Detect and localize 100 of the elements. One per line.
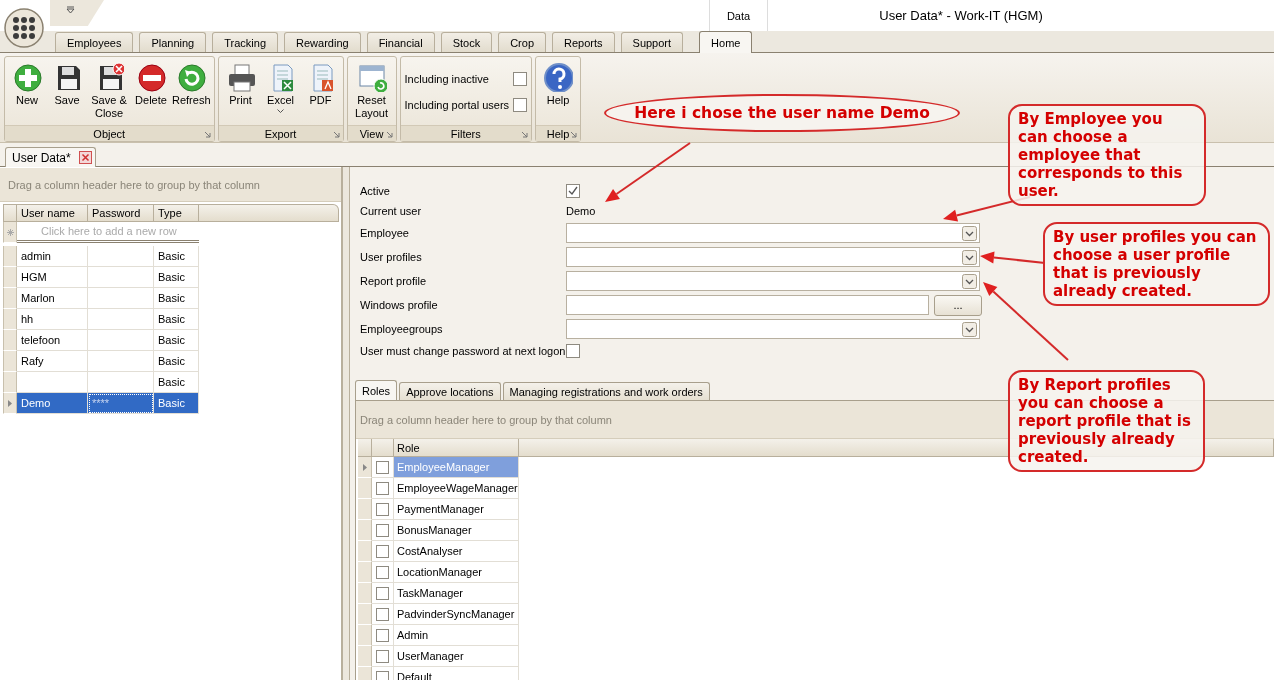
- launcher-icon[interactable]: [521, 131, 529, 138]
- table-cell: PadvinderSyncManager: [394, 604, 519, 625]
- ribbon-button[interactable]: Excel: [260, 59, 301, 125]
- dropdown-field[interactable]: [566, 319, 980, 339]
- ribbon-tab[interactable]: Rewarding: [284, 32, 361, 52]
- input-field[interactable]: [566, 295, 930, 315]
- row-indicator[interactable]: [3, 309, 17, 330]
- window-title: User Data* - Work-IT (HGM): [878, 7, 1044, 25]
- row-indicator[interactable]: [3, 288, 17, 309]
- group-title: View: [359, 127, 384, 140]
- row-indicator[interactable]: [3, 246, 17, 267]
- checkbox[interactable]: [566, 184, 580, 198]
- column-header[interactable]: Role: [394, 439, 519, 457]
- row-indicator[interactable]: [3, 393, 17, 414]
- row-indicator[interactable]: [3, 267, 17, 288]
- ribbon-tab[interactable]: Support: [620, 32, 684, 52]
- row-indicator[interactable]: [358, 478, 372, 499]
- row-indicator[interactable]: [358, 541, 372, 562]
- checkbox[interactable]: [376, 481, 389, 495]
- checkbox[interactable]: [513, 72, 528, 86]
- ribbon-button[interactable]: PDF: [300, 59, 341, 125]
- table-cell: EmployeeWageManager: [394, 478, 519, 499]
- table-cell: [88, 288, 154, 309]
- column-header[interactable]: Password: [88, 204, 154, 222]
- checkbox[interactable]: [513, 98, 528, 112]
- launcher-icon[interactable]: [332, 131, 340, 138]
- close-icon[interactable]: [78, 151, 92, 164]
- table-cell: Basic: [154, 351, 199, 372]
- app-menu-icon[interactable]: [4, 8, 44, 48]
- ribbon-tab[interactable]: Tracking: [212, 32, 279, 52]
- group-title: Filters: [450, 127, 481, 140]
- row-indicator[interactable]: [3, 330, 17, 351]
- quick-access-menu[interactable]: [50, 0, 104, 26]
- dropdown-field[interactable]: [566, 271, 980, 291]
- checkbox[interactable]: [376, 628, 389, 642]
- ribbon-button[interactable]: Save: [47, 59, 87, 125]
- ribbon-tab[interactable]: Planning: [139, 32, 207, 52]
- splitter[interactable]: [342, 167, 350, 680]
- table-cell: hh: [17, 309, 88, 330]
- table-cell: [88, 267, 154, 288]
- checkbox[interactable]: [376, 523, 389, 537]
- ribbon-tab[interactable]: Employees: [55, 32, 134, 52]
- tab[interactable]: Roles: [355, 380, 398, 400]
- row-indicator[interactable]: [358, 604, 372, 625]
- dropdown-field[interactable]: [566, 223, 980, 243]
- checkbox[interactable]: [376, 586, 389, 600]
- browse-button[interactable]: ...: [934, 294, 982, 316]
- ribbon-button[interactable]: Help: [538, 59, 579, 125]
- tab[interactable]: Managing registrations and work orders: [502, 382, 710, 400]
- column-header[interactable]: User name: [17, 204, 88, 222]
- ribbon-button[interactable]: Delete: [131, 59, 171, 125]
- tab[interactable]: Approve locations: [399, 382, 501, 400]
- checkbox[interactable]: [376, 607, 389, 621]
- row-indicator[interactable]: [358, 562, 372, 583]
- ribbon-button[interactable]: New: [7, 59, 47, 125]
- checkbox[interactable]: [566, 344, 580, 358]
- row-indicator[interactable]: [358, 520, 372, 541]
- row-indicator[interactable]: [3, 222, 17, 243]
- launcher-icon[interactable]: [385, 131, 393, 138]
- ribbon-tab[interactable]: Crop: [498, 32, 546, 52]
- checkbox[interactable]: [376, 502, 389, 516]
- field-label: Current user: [360, 204, 423, 219]
- ribbon-tab[interactable]: Reports: [552, 32, 615, 52]
- ribbon-button[interactable]: Reset Layout: [349, 59, 394, 125]
- row-indicator[interactable]: [3, 372, 17, 393]
- checkbox[interactable]: [376, 670, 389, 680]
- launcher-icon[interactable]: [203, 131, 211, 138]
- table-cell: Basic: [154, 393, 199, 414]
- checkbox[interactable]: [376, 565, 389, 579]
- row-indicator[interactable]: [358, 499, 372, 520]
- field-label: Employee: [360, 226, 410, 241]
- ribbon-tab[interactable]: Stock: [440, 32, 493, 52]
- ribbon-button[interactable]: Save & Close: [87, 59, 131, 125]
- ribbon-tab[interactable]: Financial: [366, 32, 435, 52]
- dropdown-icon: [65, 6, 75, 14]
- row-indicator[interactable]: [358, 646, 372, 667]
- ribbon-button[interactable]: Print: [220, 59, 261, 125]
- ribbon-tab[interactable]: Home: [699, 31, 753, 53]
- ribbon-button[interactable]: Refresh: [171, 59, 212, 125]
- group-title: Export: [264, 127, 297, 140]
- plus-circle-icon: [12, 62, 42, 92]
- table-cell: HGM: [17, 267, 88, 288]
- row-indicator[interactable]: [358, 457, 372, 478]
- checkbox[interactable]: [376, 544, 389, 558]
- document-tab[interactable]: User Data*: [5, 147, 96, 167]
- checkbox[interactable]: [376, 460, 389, 474]
- group-by-hint: Drag a column header here to group by that column: [0, 168, 341, 202]
- annotation-callout: By Report profiles you can choose a report profile that is previously already created.: [1008, 370, 1205, 472]
- field-label: User profiles: [360, 250, 423, 265]
- table-cell: CostAnalyser: [394, 541, 519, 562]
- column-header[interactable]: Type: [154, 204, 199, 222]
- row-indicator[interactable]: [358, 625, 372, 646]
- row-indicator[interactable]: [358, 583, 372, 604]
- dropdown-field[interactable]: [566, 247, 980, 267]
- checkbox[interactable]: [376, 649, 389, 663]
- field-label: Windows profile: [360, 298, 439, 313]
- launcher-icon[interactable]: [570, 131, 578, 138]
- table-cell: Marlon: [17, 288, 88, 309]
- filter-label: Including portal users: [404, 99, 510, 111]
- row-indicator[interactable]: [3, 351, 17, 372]
